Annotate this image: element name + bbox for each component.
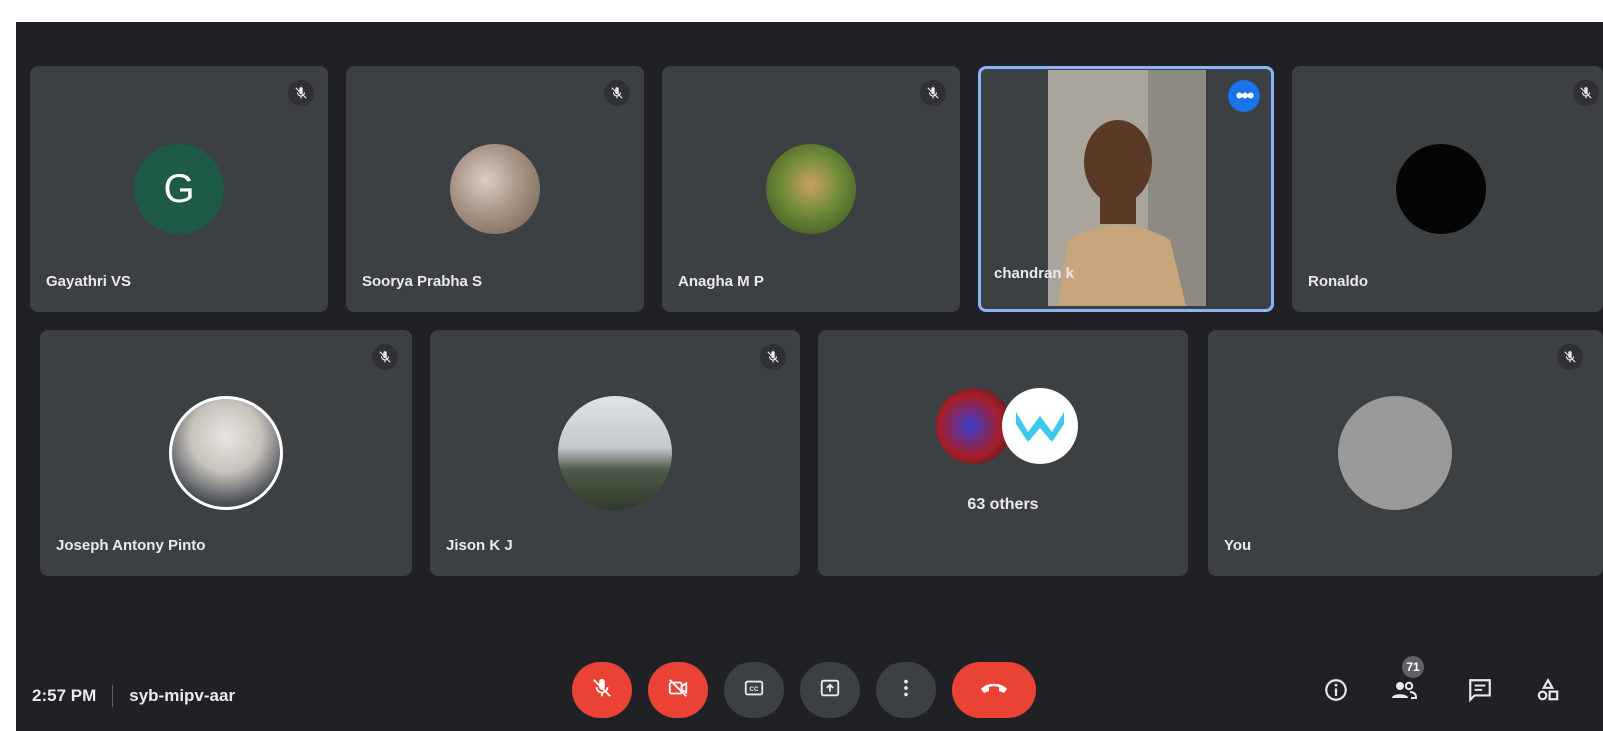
info-icon xyxy=(1323,677,1349,708)
avatar xyxy=(936,388,1012,464)
avatar xyxy=(1396,144,1486,234)
participant-tile[interactable]: Anagha M P xyxy=(662,66,960,312)
avatar-letter: G xyxy=(163,166,195,211)
mic-off-icon xyxy=(604,80,630,106)
self-tile[interactable]: You xyxy=(1208,330,1603,576)
avatar xyxy=(450,144,540,234)
camera-toggle-button[interactable] xyxy=(648,662,708,718)
mic-toggle-button[interactable] xyxy=(572,662,632,718)
avatar xyxy=(558,396,672,510)
present-screen-icon xyxy=(819,677,841,704)
mic-off-icon xyxy=(372,344,398,370)
chat-button[interactable] xyxy=(1462,674,1498,710)
participant-name: Gayathri VS xyxy=(46,273,132,290)
participant-tile[interactable]: Joseph Antony Pinto xyxy=(40,330,412,576)
svg-text:CC: CC xyxy=(749,686,759,693)
others-tile[interactable]: 63 others xyxy=(818,330,1188,576)
more-vert-icon xyxy=(895,677,917,704)
chat-icon xyxy=(1467,677,1493,708)
meeting-time: 2:57 PM xyxy=(32,686,97,705)
avatar: G xyxy=(134,144,224,234)
participant-name: Joseph Antony Pinto xyxy=(56,537,206,554)
end-call-button[interactable] xyxy=(952,662,1036,718)
participant-name: chandran k xyxy=(994,265,1075,282)
videocam-off-icon xyxy=(667,677,689,704)
avatar xyxy=(1002,388,1078,464)
closed-caption-icon: CC xyxy=(743,677,765,704)
mic-off-icon xyxy=(920,80,946,106)
present-button[interactable] xyxy=(800,662,860,718)
activities-button[interactable] xyxy=(1530,674,1566,710)
participant-tile[interactable]: G Gayathri VS xyxy=(30,66,328,312)
avatar xyxy=(766,144,856,234)
more-options-button[interactable]: ••• xyxy=(1228,80,1260,112)
mic-off-icon xyxy=(591,677,613,704)
participant-tile[interactable]: Jison K J xyxy=(430,330,800,576)
participant-name: Jison K J xyxy=(446,537,513,554)
meeting-code: syb-mipv-aar xyxy=(129,686,236,705)
people-icon xyxy=(1390,677,1418,708)
people-count-badge: 71 xyxy=(1402,656,1424,678)
avatar xyxy=(169,396,283,510)
more-options-button[interactable] xyxy=(876,662,936,718)
others-count: 63 others xyxy=(967,496,1039,513)
mic-off-icon xyxy=(760,344,786,370)
meeting-info: 2:57 PM syb-mipv-aar xyxy=(32,682,235,710)
divider xyxy=(112,685,114,707)
participant-name: You xyxy=(1224,537,1252,554)
activities-icon xyxy=(1535,677,1561,708)
people-button[interactable]: 71 xyxy=(1386,656,1424,710)
avatar xyxy=(1338,396,1452,510)
meeting-stage: G Gayathri VS Soorya Prabha S Anagha M P… xyxy=(16,22,1603,731)
mic-off-icon xyxy=(1573,80,1599,106)
participant-name: Ronaldo xyxy=(1308,273,1368,290)
captions-button[interactable]: CC xyxy=(724,662,784,718)
participant-tile-active[interactable]: ••• chandran k xyxy=(978,66,1274,312)
mic-off-icon xyxy=(1557,344,1583,370)
mic-off-icon xyxy=(288,80,314,106)
participant-tile[interactable]: Ronaldo xyxy=(1292,66,1603,312)
call-end-icon xyxy=(979,677,1009,704)
meeting-details-button[interactable] xyxy=(1318,674,1354,710)
participant-name: Soorya Prabha S xyxy=(362,273,483,290)
participant-name: Anagha M P xyxy=(678,273,764,290)
participant-tile[interactable]: Soorya Prabha S xyxy=(346,66,644,312)
